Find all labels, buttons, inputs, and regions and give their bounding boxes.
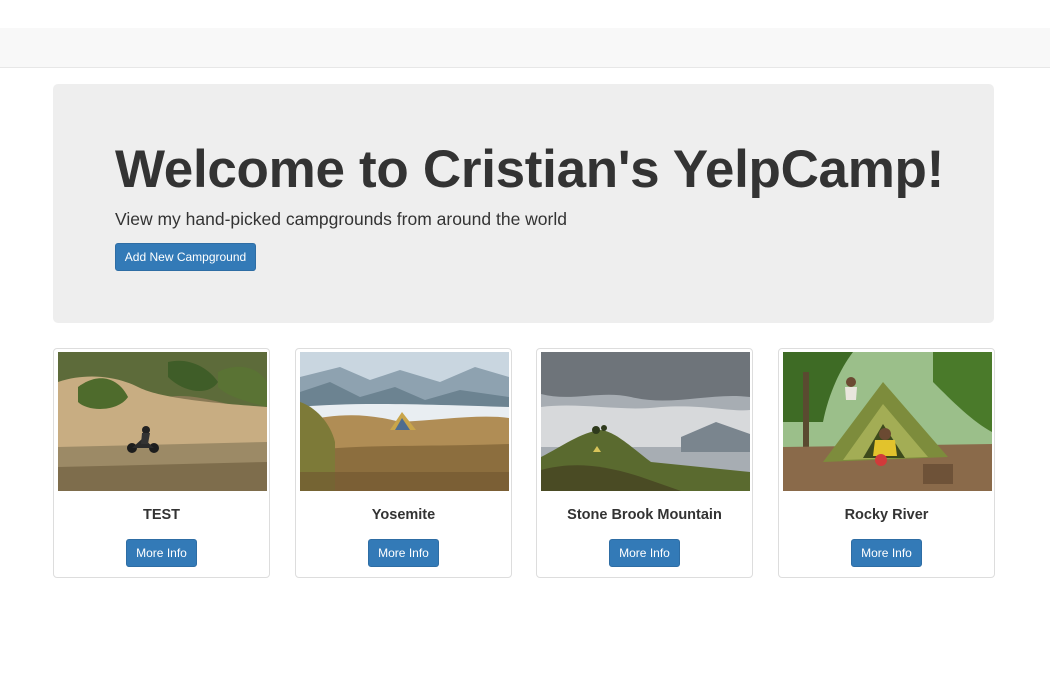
campground-image[interactable] [541, 352, 750, 491]
campground-card: Yosemite More Info [295, 348, 512, 578]
campground-name: TEST [142, 507, 181, 523]
campground-image[interactable] [300, 352, 509, 491]
more-info-button[interactable]: More Info [609, 539, 680, 567]
campground-image[interactable] [58, 352, 267, 491]
more-info-button[interactable]: More Info [126, 539, 197, 567]
campground-name: Stone Brook Mountain [567, 507, 722, 523]
more-info-button[interactable]: More Info [851, 539, 922, 567]
campground-name: Rocky River [844, 507, 929, 523]
jumbotron: Welcome to Cristian's YelpCamp! View my … [53, 84, 994, 323]
page-subtitle: View my hand-picked campgrounds from aro… [115, 209, 567, 229]
page-title: Welcome to Cristian's YelpCamp! [115, 140, 944, 199]
more-info-button[interactable]: More Info [368, 539, 439, 567]
add-new-campground-button[interactable]: Add New Campground [115, 243, 256, 271]
campground-image[interactable] [783, 352, 992, 491]
campground-card: Stone Brook Mountain More Info [536, 348, 753, 578]
campground-card: Rocky River More Info [778, 348, 995, 578]
campground-name: Yosemite [371, 507, 436, 523]
campground-card: TEST More Info [53, 348, 270, 578]
navbar [0, 28, 1050, 68]
